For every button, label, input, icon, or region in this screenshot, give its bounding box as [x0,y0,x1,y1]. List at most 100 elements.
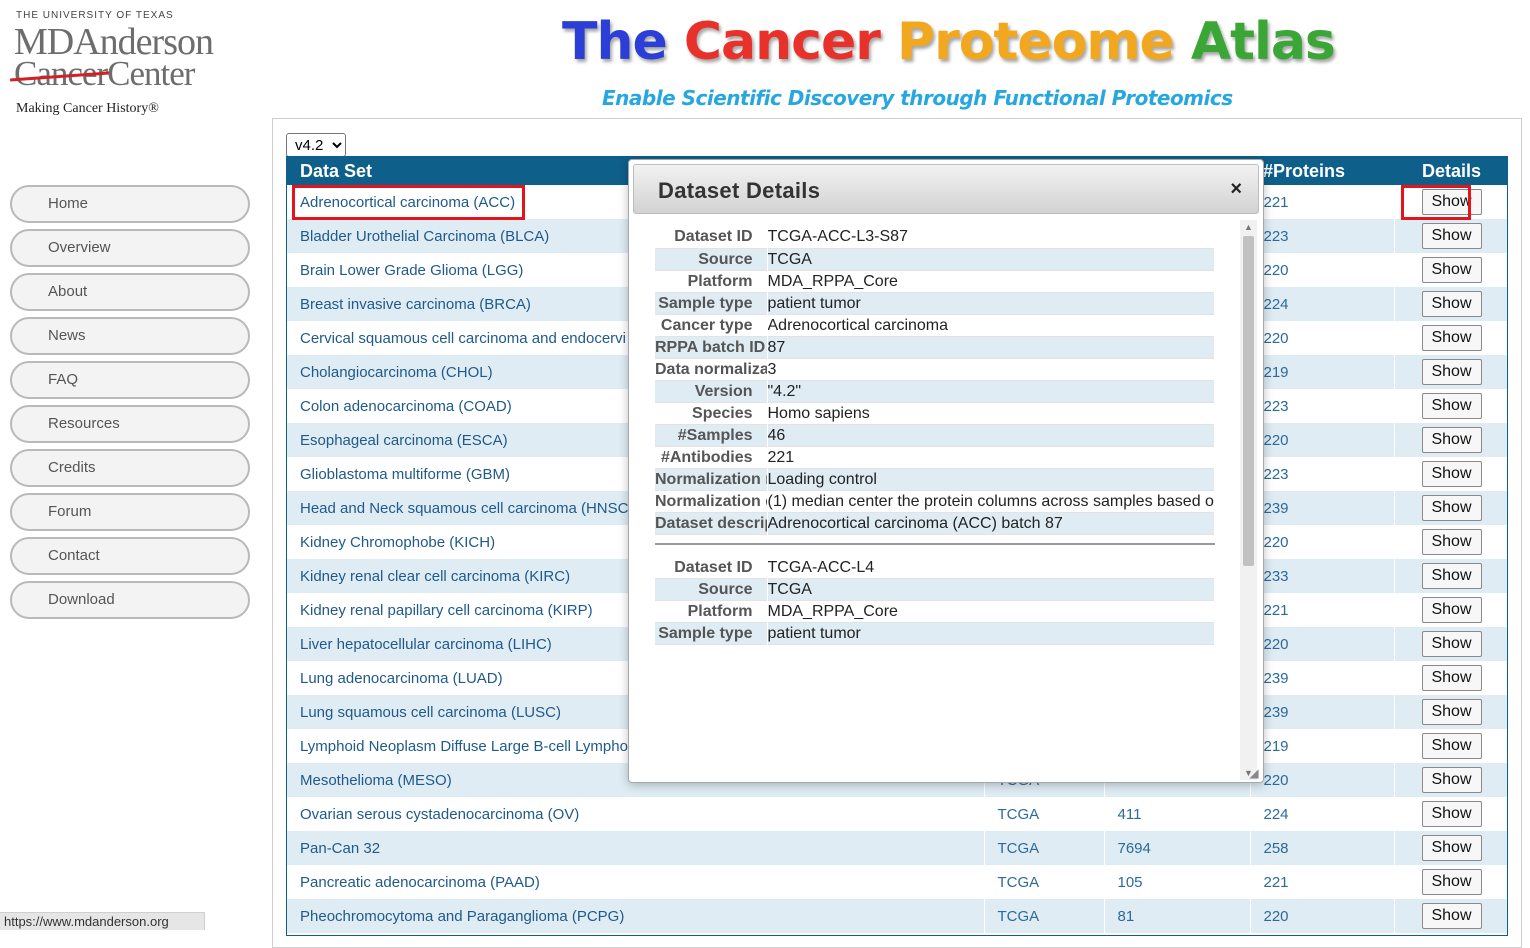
show-details-button[interactable]: Show [1421,801,1482,827]
logo-line2-rest: Center [107,54,195,93]
detail-key: Dataset ID [655,226,768,248]
detail-row: Platform MDA_RPPA_Core [655,600,1215,623]
scroll-thumb[interactable] [1243,236,1254,566]
details-cell: Show [1394,389,1507,423]
show-details-button[interactable]: Show [1421,631,1482,657]
nav-download-button[interactable]: Download [10,581,250,619]
show-details-button[interactable]: Show [1421,427,1482,453]
show-details-button[interactable]: Show [1421,665,1482,691]
details-cell: Show [1394,865,1507,899]
details-record-1: Dataset ID TCGA-ACC-L3-S87 Source TCGA Platf… [655,226,1215,535]
dataset-name-link[interactable]: Pan-Can 32 [287,831,985,865]
show-details-button[interactable]: Show [1421,699,1482,725]
dialog-scrollbar[interactable]: ▲ ▼ [1240,220,1257,780]
detail-row: Platform MDA_RPPA_Core [655,270,1215,292]
detail-row: Dataset descriptionAdrenocortical carcin… [655,512,1215,534]
details-cell: Show [1394,729,1507,763]
dataset-proteins: 258 [1250,831,1395,865]
table-row: Pheochromocytoma and Paraganglioma (PCPG… [287,899,1507,933]
detail-row: RPPA batch ID 87 [655,336,1215,358]
title-word-1: The [562,12,668,72]
detail-key: Source [655,248,768,270]
detail-key: Data normalization level [655,358,768,380]
dataset-proteins: 223 [1250,389,1395,423]
dataset-proteins: 220 [1250,525,1395,559]
logo-tagline: Making Cancer History® [16,101,159,116]
record-separator [655,535,1215,545]
show-details-button[interactable]: Show [1421,393,1482,419]
detail-row: Source TCGA [655,248,1215,270]
dataset-name-link[interactable]: Pheochromocytoma and Paraganglioma (PCPG… [287,899,985,933]
details-cell: Show [1394,525,1507,559]
dataset-source: TCGA [984,865,1105,899]
dataset-proteins: 239 [1250,491,1395,525]
logo-line2-strike: Cancer [14,54,108,93]
close-icon[interactable]: × [1230,178,1242,201]
show-details-button[interactable]: Show [1421,291,1482,317]
show-details-button[interactable]: Show [1421,563,1482,589]
detail-row: Dataset ID TCGA-ACC-L3-S87 [655,226,1215,248]
show-details-button[interactable]: Show [1421,189,1482,215]
nav-forum-button[interactable]: Forum [10,493,250,531]
detail-value: (1) median center the protein columns ac… [767,490,1215,512]
show-details-button[interactable]: Show [1421,461,1482,487]
table-row: Pancreatic adenocarcinoma (PAAD) TCGA 105 2… [287,865,1507,899]
show-details-button[interactable]: Show [1421,529,1482,555]
nav-overview-button[interactable]: Overview [10,229,250,267]
detail-key: Dataset ID [655,556,768,579]
dataset-proteins: 221 [1250,865,1395,899]
dataset-proteins: 220 [1250,763,1395,797]
dataset-proteins: 223 [1250,457,1395,491]
dataset-proteins: 220 [1250,253,1395,287]
show-details-button[interactable]: Show [1421,733,1482,759]
show-details-button[interactable]: Show [1421,223,1482,249]
show-details-button[interactable]: Show [1421,257,1482,283]
dataset-source: TCGA [984,797,1105,831]
detail-row: Sample type patient tumor [655,622,1215,645]
mdanderson-logo[interactable]: THE UNIVERSITY OF TEXAS MDAnderson Cance… [14,8,244,123]
side-nav: Home Overview About News FAQ Resources Credits… [10,185,250,625]
show-details-button[interactable]: Show [1421,597,1482,623]
show-details-button[interactable]: Show [1421,359,1482,385]
show-details-button[interactable]: Show [1421,325,1482,351]
detail-value: MDA_RPPA_Core [767,600,1215,623]
show-details-button[interactable]: Show [1421,767,1482,793]
dialog-header[interactable]: Dataset Details × [633,164,1259,214]
resize-grip-icon[interactable]: ◢ [1247,766,1261,780]
detail-key: Species [655,402,768,424]
title-word-4: Atlas [1190,12,1336,72]
detail-key: RPPA batch ID [655,336,768,358]
nav-faq-button[interactable]: FAQ [10,361,250,399]
dialog-body: Dataset ID TCGA-ACC-L3-S87 Source TCGA Platf… [655,226,1215,778]
nav-news-button[interactable]: News [10,317,250,355]
detail-key: Normalization description [655,490,768,512]
detail-value: Adrenocortical carcinoma (ACC) batch 87 [767,512,1215,534]
header-proteins[interactable]: #Proteins [1250,157,1394,185]
nav-home-button[interactable]: Home [10,185,250,223]
detail-row: Version "4.2" [655,380,1215,402]
details-cell: Show [1394,355,1507,389]
show-details-button[interactable]: Show [1421,835,1482,861]
detail-value: TCGA [767,578,1215,601]
detail-key: Version [655,380,768,402]
dataset-name-link[interactable]: Ovarian serous cystadenocarcinoma (OV) [287,797,985,831]
show-details-button[interactable]: Show [1421,903,1482,929]
show-details-button[interactable]: Show [1421,869,1482,895]
dataset-details-dialog[interactable]: Dataset Details × Dataset ID TCGA-ACC-L3-… [628,159,1264,783]
nav-credits-button[interactable]: Credits [10,449,250,487]
dataset-name-link[interactable]: Pancreatic adenocarcinoma (PAAD) [287,865,985,899]
nav-resources-button[interactable]: Resources [10,405,250,443]
details-cell: Show [1394,695,1507,729]
details-cell: Show [1394,185,1507,219]
nav-about-button[interactable]: About [10,273,250,311]
dataset-proteins: 220 [1250,899,1395,933]
detail-value: patient tumor [767,622,1215,645]
show-details-button[interactable]: Show [1421,495,1482,521]
nav-contact-button[interactable]: Contact [10,537,250,575]
dataset-proteins: 239 [1250,661,1395,695]
detail-value: MDA_RPPA_Core [767,270,1215,292]
version-select[interactable]: v4.2 [286,133,346,157]
scroll-up-icon[interactable]: ▲ [1240,220,1257,234]
detail-value: TCGA-ACC-L4 [767,556,1215,579]
details-cell: Show [1394,287,1507,321]
